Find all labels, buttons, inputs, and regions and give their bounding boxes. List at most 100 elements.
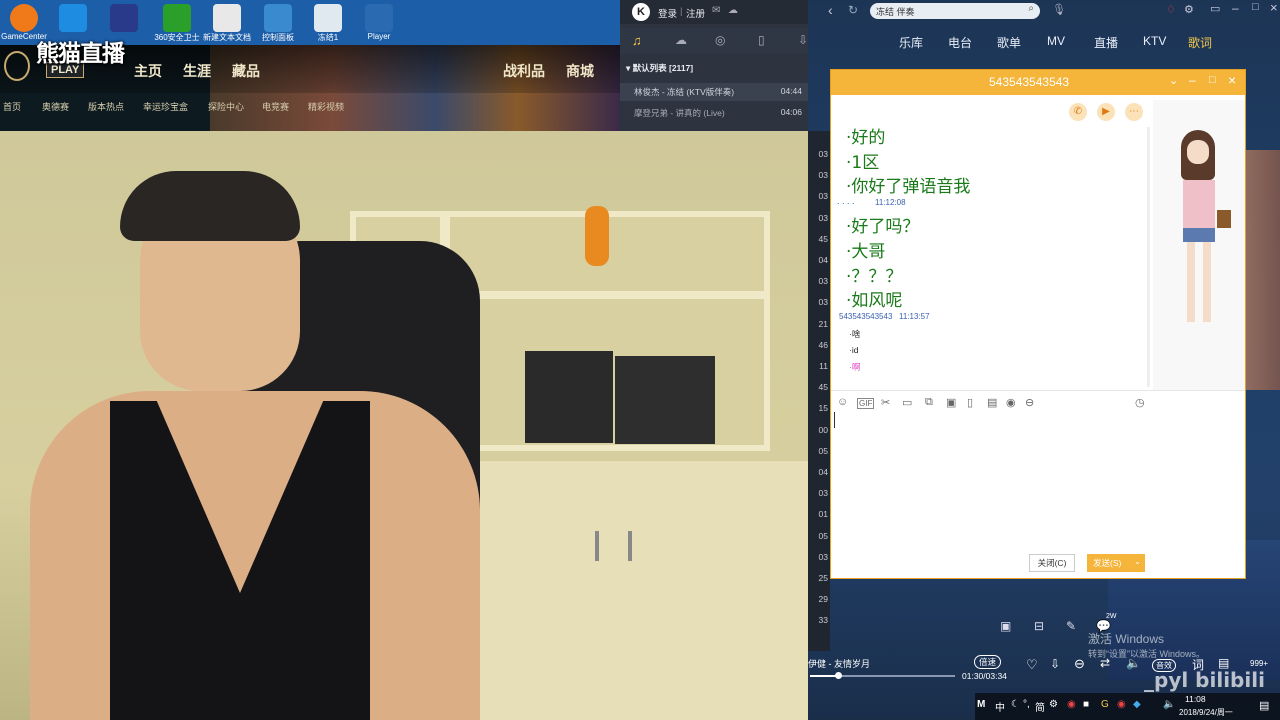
simplified-icon[interactable]: 简: [1035, 699, 1045, 714]
nav-mv[interactable]: MV: [1047, 34, 1065, 48]
duration-cell: 03: [818, 170, 828, 181]
voice-call-icon[interactable]: ✆: [1069, 103, 1087, 121]
lol-nav-profile[interactable]: 生涯: [183, 61, 211, 81]
notification-icon[interactable]: ▤: [1259, 699, 1269, 712]
lol-subnav-odyssey[interactable]: 奥德赛: [42, 100, 69, 113]
app-tray-icon[interactable]: ■: [1083, 699, 1089, 710]
controlpanel-icon: [264, 4, 292, 32]
radio-icon[interactable]: ◎: [715, 33, 725, 47]
duration-cell: 03: [818, 297, 828, 308]
duration-cell: 04: [818, 255, 828, 265]
lyric-icon[interactable]: ▣: [1000, 619, 1011, 633]
lol-subnav-videos[interactable]: 精彩视频: [308, 100, 344, 113]
nav-ktv[interactable]: KTV: [1143, 34, 1166, 48]
nav-live[interactable]: 直播: [1094, 34, 1118, 51]
lol-subnav-patch[interactable]: 版本热点: [88, 100, 124, 113]
chat-scrollbar[interactable]: [1147, 127, 1150, 387]
app-tray-icon[interactable]: ◆: [1133, 699, 1141, 710]
progress-track[interactable]: [810, 672, 955, 679]
speed-button[interactable]: 倍速: [974, 655, 1002, 669]
lol-subnav-esports[interactable]: 电竞赛: [262, 100, 289, 113]
speaker-left: [525, 351, 613, 443]
close-button[interactable]: 关闭(C): [1029, 554, 1075, 572]
mail-icon[interactable]: ✉: [712, 5, 720, 16]
chat-message: ·？？？: [846, 267, 903, 287]
cabinet-handle: [595, 531, 599, 561]
repeat-icon[interactable]: ⇄: [1100, 656, 1110, 670]
app-tray-icon[interactable]: ◉: [1067, 699, 1076, 710]
settings-icon[interactable]: ⚙: [1049, 699, 1058, 710]
heart-icon[interactable]: ♡: [1026, 657, 1038, 673]
chat-message: ·好的: [846, 128, 886, 148]
minus-icon[interactable]: ⊖: [1074, 656, 1085, 672]
device-icon[interactable]: ▯: [758, 33, 765, 47]
desktop-icon-player[interactable]: Player: [349, 4, 409, 41]
clock-time[interactable]: 11:08: [1185, 694, 1206, 704]
cloud-icon[interactable]: ☁: [728, 5, 738, 16]
lol-nav-home[interactable]: 主页: [134, 61, 162, 81]
duration-cell: 15: [818, 403, 828, 414]
lol-subnav-home[interactable]: 首页: [3, 100, 21, 113]
progress-handle[interactable]: [835, 672, 842, 679]
register-link[interactable]: 注册: [686, 6, 705, 20]
message-input[interactable]: [833, 406, 1151, 546]
duration-cell: 25: [818, 573, 828, 583]
more-options-icon[interactable]: ⋯: [1125, 103, 1143, 121]
textfile-icon: [213, 4, 241, 32]
download-icon[interactable]: ⇩: [1050, 657, 1060, 671]
song-duration: 04:06: [780, 107, 802, 117]
chat-message-small: ·啥: [849, 329, 861, 339]
mini-icon[interactable]: ⊟: [1034, 619, 1044, 633]
send-button[interactable]: 发送(S) ⌄: [1087, 554, 1145, 572]
duration-cell: 46: [818, 339, 828, 350]
lol-subnav-explore[interactable]: 探险中心: [208, 100, 244, 113]
chat-message-small: ·id: [849, 345, 859, 355]
minimize-icon[interactable]: –: [1189, 73, 1196, 87]
chevron-down-icon[interactable]: ⌄: [1169, 74, 1178, 87]
download-icon[interactable]: ⇩: [798, 33, 808, 47]
duration-cell: 05: [818, 445, 828, 456]
desktop-icon-label: 新建文本文档: [203, 33, 251, 42]
duration-cell: 03: [818, 149, 828, 159]
duration-cell: 29: [818, 594, 828, 605]
login-link[interactable]: 登录: [658, 6, 677, 20]
panda-tv-watermark: 熊猫直播: [36, 41, 125, 67]
chat-message: ·你好了弹语音我: [846, 177, 971, 197]
chat-dots: . . . .: [837, 196, 855, 206]
volume-icon[interactable]: 🔈: [1126, 656, 1141, 670]
playlist-title[interactable]: ▾ 默认列表 [2117]: [626, 62, 693, 74]
song-name: 林俊杰 - 冻结 (KTV版伴奏): [634, 87, 735, 97]
lol-nav-collection[interactable]: 藏品: [232, 61, 260, 81]
music-note-icon[interactable]: ♫: [632, 33, 642, 48]
doc-icon: [314, 4, 342, 32]
duration-cell: 11: [819, 361, 828, 371]
ime-zh-icon[interactable]: 中: [995, 699, 1005, 714]
nav-lyrics[interactable]: 歌词: [1188, 34, 1212, 51]
video-call-icon[interactable]: ▶: [1097, 103, 1115, 121]
nav-music-library[interactable]: 乐库: [899, 34, 923, 51]
nav-radio[interactable]: 电台: [948, 34, 972, 51]
kx-icon: [110, 4, 138, 32]
playlist-row-active[interactable]: 林俊杰 - 冻结 (KTV版伴奏) 04:44: [620, 83, 808, 101]
playlist-count: 999+: [1250, 659, 1269, 668]
playlist-row[interactable]: 摩登兄弟 - 讲真的 (Live) 04:06: [620, 104, 808, 122]
nav-playlist[interactable]: 歌单: [997, 34, 1021, 51]
pen-icon[interactable]: ✎: [1066, 619, 1076, 633]
clock-date[interactable]: 2018/9/24/周一: [1179, 707, 1233, 718]
avatar-top: [1183, 180, 1215, 230]
maximize-icon[interactable]: □: [1209, 74, 1216, 86]
lol-nav-store[interactable]: 商城: [566, 61, 594, 81]
lol-subnav-treasure[interactable]: 幸运珍宝盒: [143, 100, 188, 113]
punct-icon[interactable]: °,: [1023, 699, 1030, 710]
volume-tray-icon[interactable]: 🔈: [1163, 699, 1175, 710]
cloud-tab-icon[interactable]: ☁: [675, 33, 687, 47]
ime-icon[interactable]: M: [977, 699, 985, 710]
app-tray-icon[interactable]: G: [1101, 699, 1109, 710]
chevron-down-icon[interactable]: ⌄: [1134, 556, 1141, 567]
app-tray-icon[interactable]: ◉: [1117, 699, 1126, 710]
lol-nav-loot[interactable]: 战利品: [503, 61, 545, 81]
close-icon[interactable]: ×: [1228, 72, 1236, 88]
desktop-icon-kx[interactable]: [94, 4, 154, 32]
moon-icon[interactable]: ☾: [1011, 699, 1020, 710]
avatar-bag: [1217, 210, 1231, 228]
